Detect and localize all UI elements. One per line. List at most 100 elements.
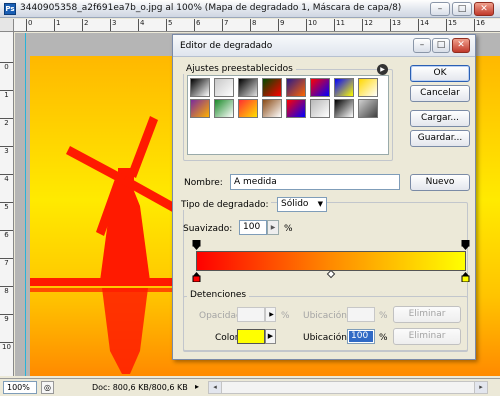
horizontal-scrollbar[interactable]: ◂ ▸: [208, 381, 488, 394]
document-size-info: Doc: 800,6 KB/800,6 KB: [92, 383, 188, 392]
ruler-tick: 8: [0, 286, 13, 295]
smoothness-dropdown-icon[interactable]: ▶: [267, 220, 279, 235]
preset-swatch-grid[interactable]: [190, 78, 386, 118]
opacity-stepper-icon[interactable]: ▶: [265, 307, 276, 322]
gradient-type-value: Sólido: [281, 199, 309, 209]
location-label: Ubicación:: [303, 333, 350, 343]
gradient-type-label: Tipo de degradado:: [179, 200, 271, 210]
ruler-corner[interactable]: [0, 19, 14, 32]
dialog-minimize-icon[interactable]: –: [413, 38, 431, 53]
new-button[interactable]: Nuevo: [410, 174, 470, 191]
opacity-unit: %: [281, 311, 290, 321]
preset-swatch[interactable]: [310, 99, 330, 118]
gradient-preview-bar[interactable]: [196, 251, 466, 271]
guide-line[interactable]: [25, 33, 26, 376]
scroll-right-icon[interactable]: ▸: [474, 382, 487, 393]
ruler-tick: 4: [0, 174, 13, 183]
location-unit: %: [379, 333, 388, 343]
ruler-tick: 9: [278, 19, 284, 31]
preset-swatch[interactable]: [286, 99, 306, 118]
scroll-left-icon[interactable]: ◂: [209, 382, 222, 393]
zoom-field[interactable]: 100%: [3, 381, 37, 394]
ruler-tick: 2: [0, 118, 13, 127]
ruler-tick: 14: [418, 19, 429, 31]
preset-swatch[interactable]: [286, 78, 306, 97]
opacity-location-unit: %: [379, 311, 388, 321]
preset-swatch[interactable]: [214, 78, 234, 97]
presets-label: Ajustes preestablecidos: [183, 64, 296, 74]
close-icon[interactable]: ✕: [474, 2, 494, 16]
gradient-editor-dialog: Editor de degradado – □ ✕ Ajustes preest…: [172, 34, 476, 360]
minimize-icon[interactable]: –: [430, 2, 450, 16]
maximize-icon[interactable]: □: [452, 2, 472, 16]
ruler-tick: 6: [0, 230, 13, 239]
save-button[interactable]: Guardar...: [410, 130, 470, 147]
ruler-tick: 10: [0, 342, 13, 351]
opacity-location-input[interactable]: [347, 307, 375, 322]
dialog-title: Editor de degradado: [180, 41, 273, 51]
cancel-button[interactable]: Cancelar: [410, 85, 470, 102]
dialog-maximize-icon[interactable]: □: [432, 38, 450, 53]
preset-swatch[interactable]: [334, 78, 354, 97]
location-input[interactable]: 100: [347, 329, 375, 344]
preset-swatch[interactable]: [334, 99, 354, 118]
preset-swatch[interactable]: [238, 99, 258, 118]
color-stop-right-icon[interactable]: [461, 272, 470, 283]
presets-panel[interactable]: [187, 75, 389, 155]
ruler-tick: 11: [334, 19, 345, 31]
preset-swatch[interactable]: [310, 78, 330, 97]
opacity-stop-right-icon[interactable]: [461, 239, 470, 250]
ruler-tick: 7: [0, 258, 13, 267]
ruler-tick: 5: [166, 19, 172, 31]
name-input[interactable]: A medida: [230, 174, 400, 190]
load-button[interactable]: Cargar...: [410, 110, 470, 127]
stop-color-swatch[interactable]: [237, 329, 265, 344]
dialog-titlebar[interactable]: Editor de degradado – □ ✕: [173, 35, 475, 57]
ruler-tick: 1: [0, 90, 13, 99]
photoshop-icon: Ps: [4, 3, 16, 15]
ruler-tick: 3: [110, 19, 116, 31]
status-bar: 100% ◎ Doc: 800,6 KB/800,6 KB ▸ ◂ ▸: [0, 378, 500, 396]
preset-swatch[interactable]: [238, 78, 258, 97]
delete-color-stop-button[interactable]: Eliminar: [393, 328, 461, 345]
document-title: 3440905358_a2f691ea7b_o.jpg al 100% (Map…: [20, 3, 402, 13]
navigator-icon[interactable]: ◎: [41, 381, 54, 394]
color-stop-left-icon[interactable]: [192, 272, 201, 283]
ruler-tick: 7: [222, 19, 228, 31]
ruler-tick: 4: [138, 19, 144, 31]
delete-opacity-stop-button[interactable]: Eliminar: [393, 306, 461, 323]
ruler-tick: 10: [306, 19, 317, 31]
opacity-location-label: Ubicación:: [303, 311, 350, 321]
preset-swatch[interactable]: [190, 99, 210, 118]
opacity-stop-left-icon[interactable]: [192, 239, 201, 250]
ruler-left[interactable]: 0 1 2 3 4 5 6 7 8 9 10: [0, 32, 14, 376]
ruler-tick: 9: [0, 314, 13, 323]
ruler-tick: 0: [0, 62, 13, 71]
status-menu-arrow-icon[interactable]: ▸: [195, 382, 199, 391]
preset-swatch[interactable]: [262, 99, 282, 118]
preset-swatch[interactable]: [214, 99, 234, 118]
location-value: 100: [349, 331, 373, 342]
ruler-tick: 8: [250, 19, 256, 31]
smoothness-label: Suavizado:: [183, 224, 233, 234]
gradient-type-select[interactable]: Sólido ▼: [277, 197, 327, 212]
preset-swatch[interactable]: [358, 78, 378, 97]
smoothness-input[interactable]: 100: [239, 220, 267, 235]
chevron-down-icon: ▼: [317, 200, 323, 208]
name-label: Nombre:: [184, 178, 223, 188]
preset-swatch[interactable]: [190, 78, 210, 97]
ruler-tick: 12: [362, 19, 373, 31]
document-titlebar[interactable]: Ps 3440905358_a2f691ea7b_o.jpg al 100% (…: [0, 0, 500, 18]
dialog-close-icon[interactable]: ✕: [452, 38, 470, 53]
color-menu-arrow-icon[interactable]: ▶: [265, 329, 276, 344]
ok-button[interactable]: OK: [410, 65, 470, 82]
preset-swatch[interactable]: [262, 78, 282, 97]
ruler-tick: 3: [0, 146, 13, 155]
presets-menu-arrow-icon[interactable]: ▶: [377, 64, 388, 75]
preset-swatch[interactable]: [358, 99, 378, 118]
ruler-top[interactable]: 0 1 2 3 4 5 6 7 8 9 10 11 12 13 14 15 16: [14, 19, 500, 32]
ruler-tick: 2: [82, 19, 88, 31]
ruler-tick: 0: [26, 19, 32, 31]
opacity-input[interactable]: [237, 307, 265, 322]
stops-legend: Detenciones: [187, 290, 250, 300]
